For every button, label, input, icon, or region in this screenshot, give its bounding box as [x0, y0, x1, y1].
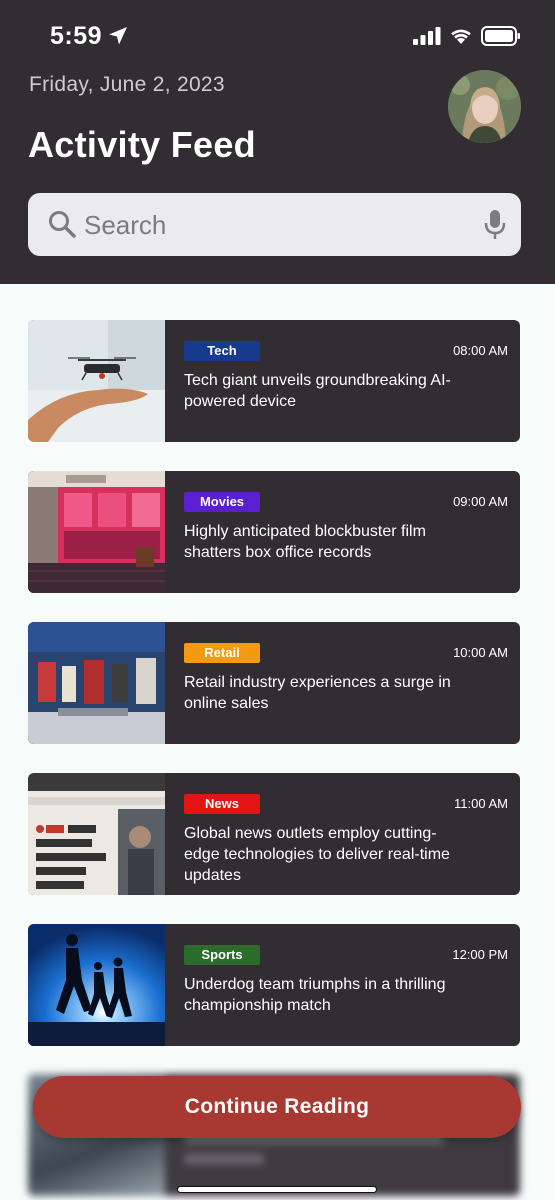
feed-card-news[interactable]: News 11:00 AM Global news outlets employ…: [28, 773, 520, 895]
news-website-image: [28, 773, 165, 895]
card-time: 12:00 PM: [452, 947, 508, 962]
card-time: 11:00 AM: [454, 796, 508, 811]
search-input[interactable]: [84, 205, 454, 245]
continue-reading-button[interactable]: Continue Reading: [33, 1076, 521, 1138]
runners-silhouette-image: [28, 924, 165, 1046]
faded-text-line: [184, 1154, 264, 1164]
category-badge: Sports: [184, 945, 260, 965]
cellular-signal-icon: [413, 27, 441, 45]
category-badge: Tech: [184, 341, 260, 361]
location-arrow-icon: [109, 27, 127, 45]
card-time: 10:00 AM: [453, 645, 508, 660]
card-title: Tech giant unveils groundbreaking AI-pow…: [184, 372, 451, 410]
feed-card-tech[interactable]: Tech 08:00 AM Tech giant unveils groundb…: [28, 320, 520, 442]
battery-icon: [481, 26, 520, 46]
retail-store-image: [28, 622, 165, 744]
category-badge: News: [184, 794, 260, 814]
card-title: Retail industry experiences a surge in o…: [184, 674, 451, 712]
card-title: Highly anticipated blockbuster film shat…: [184, 523, 426, 561]
search-icon: [49, 211, 76, 238]
feed-card-sports[interactable]: Sports 12:00 PM Underdog team triumphs i…: [28, 924, 520, 1046]
status-time: 5:59: [50, 22, 103, 50]
card-title: Underdog team triumphs in a thrilling ch…: [184, 976, 446, 1014]
search-bar[interactable]: [28, 193, 521, 256]
header: 5:59 Friday, June 2, 2023 Activity Feed: [0, 0, 555, 284]
drone-hand-image: [28, 320, 165, 442]
card-title: Global news outlets employ cutting-edge …: [184, 825, 450, 884]
page-title: Activity Feed: [28, 124, 256, 165]
home-indicator[interactable]: [177, 1186, 377, 1193]
microphone-icon[interactable]: [483, 209, 507, 241]
category-badge: Retail: [184, 643, 260, 663]
cinema-storefront-image: [28, 471, 165, 593]
card-time: 08:00 AM: [453, 343, 508, 358]
feed-card-movies[interactable]: Movies 09:00 AM Highly anticipated block…: [28, 471, 520, 593]
card-time: 09:00 AM: [453, 494, 508, 509]
header-date: Friday, June 2, 2023: [29, 73, 225, 96]
category-badge: Movies: [184, 492, 260, 512]
profile-avatar[interactable]: [448, 70, 521, 143]
status-bar: 5:59: [0, 0, 555, 70]
wifi-icon: [451, 29, 471, 44]
feed-card-retail[interactable]: Retail 10:00 AM Retail industry experien…: [28, 622, 520, 744]
